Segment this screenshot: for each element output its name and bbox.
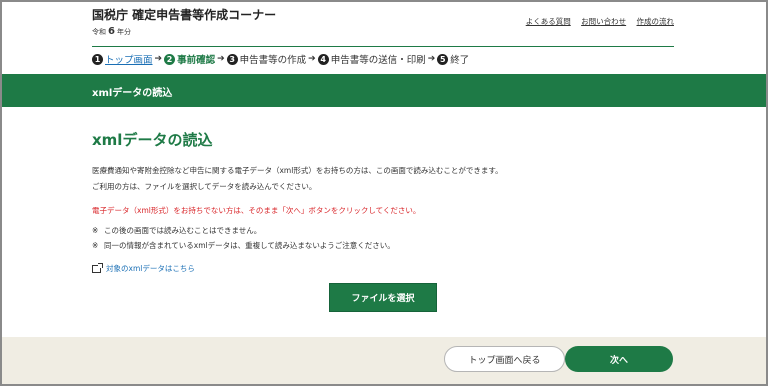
xml-target-link-label[interactable]: 対象のxmlデータはこちら (106, 263, 195, 274)
arrow-right-icon: ➔ (217, 54, 225, 64)
note-1-text: この後の画面では読み込むことはできません。 (104, 226, 262, 235)
intro-text-2: ご利用の方は、ファイルを選択してデータを読み込んでください。 (92, 182, 317, 191)
external-window-icon (92, 262, 103, 273)
next-button[interactable]: 次へ (565, 346, 673, 372)
progress-steps: 1 トップ画面 ➔ 2 事前確認 ➔ 3 申告書等の作成 ➔ 4 申告書等の送信… (92, 52, 469, 66)
step-number: 2 (164, 53, 176, 65)
era-number: 6 (108, 26, 115, 37)
site-title: 国税庁 確定申告書等作成コーナー (92, 8, 277, 22)
note-mark: ※ (92, 241, 99, 250)
intro-text-1: 医療費通知や寄附金控除など申告に関する電子データ（xml形式）をお持ちの方は、こ… (92, 166, 503, 175)
step-create: 3 申告書等の作成 (226, 52, 307, 66)
step-label: 事前確認 (177, 55, 216, 66)
section-banner: xmlデータの読込 (0, 74, 768, 107)
page-title: xmlデータの読込 (92, 131, 213, 149)
arrow-right-icon: ➔ (427, 54, 436, 64)
header-links: よくある質問 お問い合わせ 作成の流れ (518, 16, 674, 27)
note-1: ※ この後の画面では読み込むことはできません。 (92, 225, 261, 236)
note-2-text: 同一の情報が含まれているxmlデータは、重複して読み込まないようご注意ください。 (104, 241, 395, 250)
arrow-right-icon: ➔ (154, 54, 163, 64)
tax-year: 令和 6 年分 (92, 26, 131, 37)
step-top[interactable]: 1 トップ画面 (92, 52, 153, 66)
step-label: 終了 (450, 55, 470, 66)
step-number: 5 (437, 53, 449, 65)
step-finish: 5 終了 (437, 52, 469, 66)
contact-link[interactable]: お問い合わせ (581, 17, 626, 26)
step-label: 申告書等の作成 (239, 55, 307, 66)
arrow-right-icon: ➔ (308, 54, 316, 64)
xml-target-link[interactable]: 対象のxmlデータはこちら (92, 262, 195, 274)
step-send-print: 4 申告書等の送信・印刷 (317, 52, 426, 66)
warning-text: 電子データ（xml形式）をお持ちでない方は、そのまま「次へ」ボタンをクリックして… (92, 206, 421, 215)
flow-link[interactable]: 作成の流れ (637, 17, 675, 26)
note-2: ※ 同一の情報が含まれているxmlデータは、重複して読み込まないようご注意ください… (92, 240, 395, 251)
step-number: 1 (92, 53, 103, 65)
select-file-button[interactable]: ファイルを選択 (329, 283, 437, 312)
step-label: 申告書等の送信・印刷 (330, 55, 426, 66)
era-suffix: 年分 (116, 28, 131, 36)
step-precheck: 2 事前確認 (164, 52, 215, 66)
header: 国税庁 確定申告書等作成コーナー 令和 6 年分 よくある質問 お問い合わせ 作成の… (92, 0, 674, 47)
step-number: 3 (226, 53, 238, 65)
note-mark: ※ (92, 226, 99, 235)
banner-title: xmlデータの読込 (92, 88, 173, 99)
back-to-top-button[interactable]: トップ画面へ戻る (444, 346, 565, 372)
step-label[interactable]: トップ画面 (105, 52, 153, 66)
faq-link[interactable]: よくある質問 (526, 17, 571, 26)
era-prefix: 令和 (92, 28, 106, 36)
step-number: 4 (317, 53, 329, 65)
